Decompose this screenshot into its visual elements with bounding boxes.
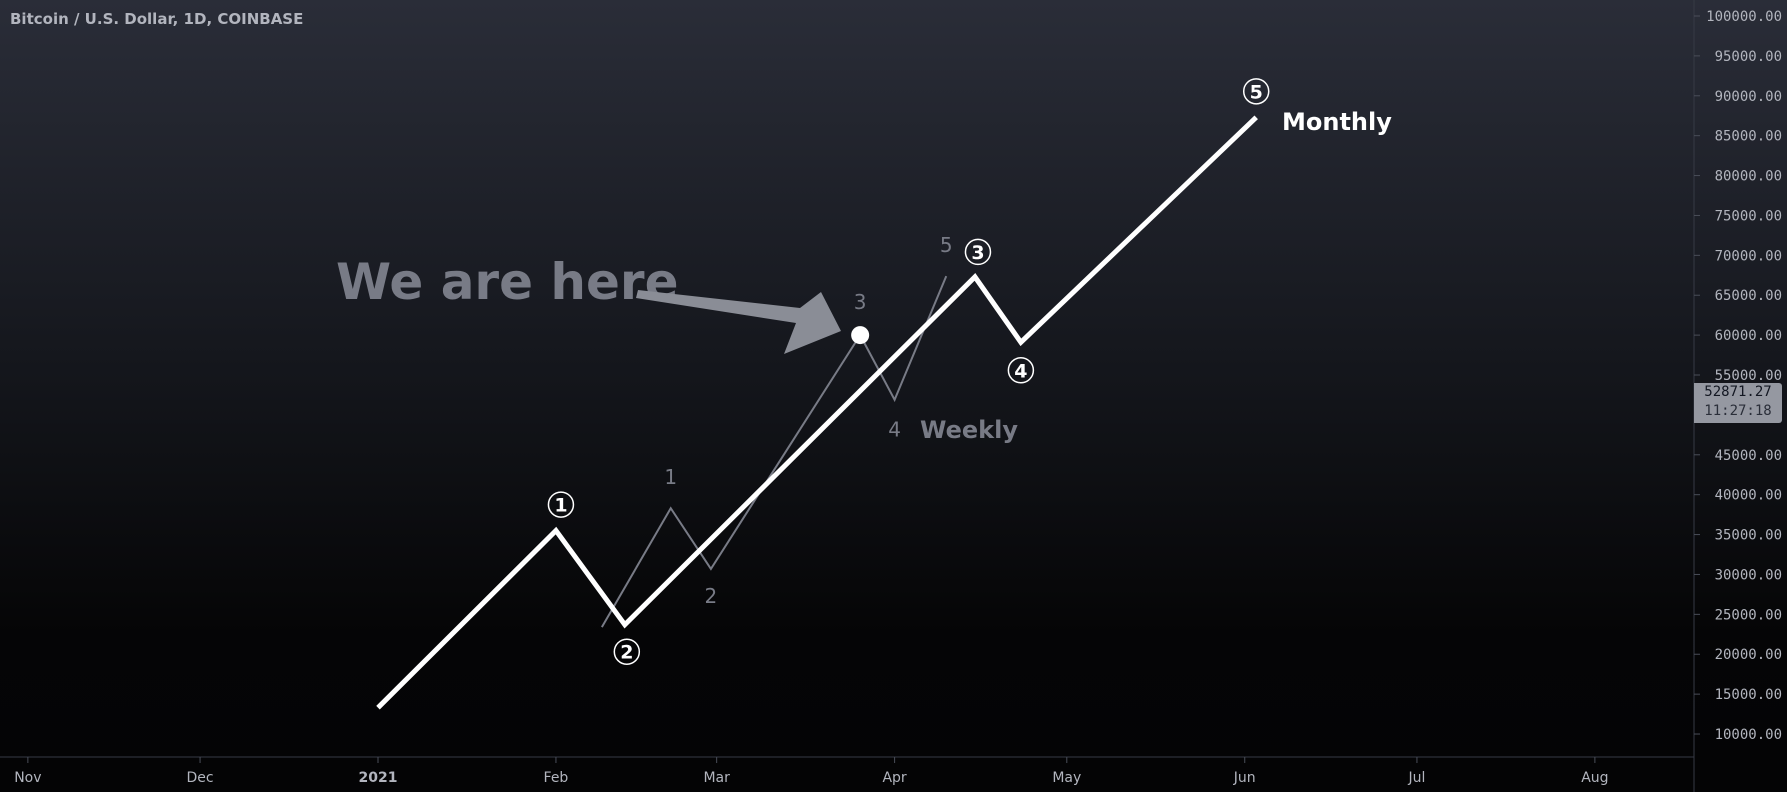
current-price: 52871.27 (1704, 384, 1772, 400)
weekly-wave-line (600, 275, 948, 628)
time-tick-label: 2021 (359, 770, 398, 786)
price-tick-label: 55000.00 (1715, 368, 1782, 384)
price-tick-label: 15000.00 (1715, 687, 1782, 703)
price-tick-label: 30000.00 (1715, 567, 1782, 583)
weekly-label: Weekly (920, 416, 1018, 444)
current-position-dot (851, 326, 870, 345)
time-tick-label: Feb (544, 770, 569, 786)
chart-area[interactable]: Nov Dec 2021 Feb Mar Apr May Jun Jul Aug 100000.00… (0, 0, 1787, 792)
time-tick-label: Dec (187, 770, 214, 786)
price-tick-label: 60000.00 (1715, 328, 1782, 344)
time-tick-label: Nov (14, 770, 41, 786)
price-tick-label: 20000.00 (1715, 647, 1782, 663)
price-tick-label: 95000.00 (1715, 49, 1782, 65)
price-tick-label: 85000.00 (1715, 129, 1782, 145)
price-tick-label: 65000.00 (1715, 288, 1782, 304)
current-price-label: 52871.27 11:27:18 (1694, 383, 1782, 423)
bar-countdown: 11:27:18 (1704, 403, 1772, 419)
time-tick-label: Mar (703, 770, 730, 786)
monthly-wave-label-2: 2 (620, 642, 633, 664)
monthly-wave-line (376, 115, 1258, 710)
monthly-wave-label-1: 1 (554, 495, 567, 517)
weekly-wave-label-4: 4 (888, 418, 901, 442)
weekly-wave-label-2: 2 (705, 584, 718, 608)
weekly-wave-label-5: 5 (940, 233, 953, 257)
chart-canvas[interactable]: Nov Dec 2021 Feb Mar Apr May Jun Jul Aug 100000.00… (0, 0, 1787, 792)
time-tick-label: Aug (1581, 770, 1608, 786)
price-tick-label: 100000.00 (1706, 9, 1782, 25)
price-tick-label: 10000.00 (1715, 727, 1782, 743)
symbol-title: Bitcoin / U.S. Dollar, 1D, COINBASE (10, 10, 304, 28)
time-tick-label: Jul (1407, 770, 1425, 786)
weekly-wave-label-1: 1 (664, 465, 677, 489)
price-tick-label: 35000.00 (1715, 528, 1782, 544)
time-tick-label: May (1052, 770, 1081, 786)
monthly-wave-label-3: 3 (971, 242, 984, 264)
monthly-wave-label-4: 4 (1014, 360, 1027, 382)
annotation-arrow-icon (636, 290, 841, 354)
time-tick-label: Apr (882, 770, 906, 786)
monthly-label: Monthly (1282, 108, 1392, 136)
time-tick-label: Jun (1233, 770, 1256, 786)
price-tick-label: 45000.00 (1715, 448, 1782, 464)
price-tick-label: 40000.00 (1715, 488, 1782, 504)
monthly-wave-label-5: 5 (1250, 81, 1263, 103)
price-tick-label: 75000.00 (1715, 208, 1782, 224)
price-tick-label: 90000.00 (1715, 89, 1782, 105)
price-tick-label: 70000.00 (1715, 248, 1782, 264)
price-tick-label: 25000.00 (1715, 607, 1782, 623)
price-tick-label: 80000.00 (1715, 169, 1782, 185)
annotation-text: We are here (336, 253, 678, 311)
weekly-wave-label-3: 3 (854, 290, 867, 314)
